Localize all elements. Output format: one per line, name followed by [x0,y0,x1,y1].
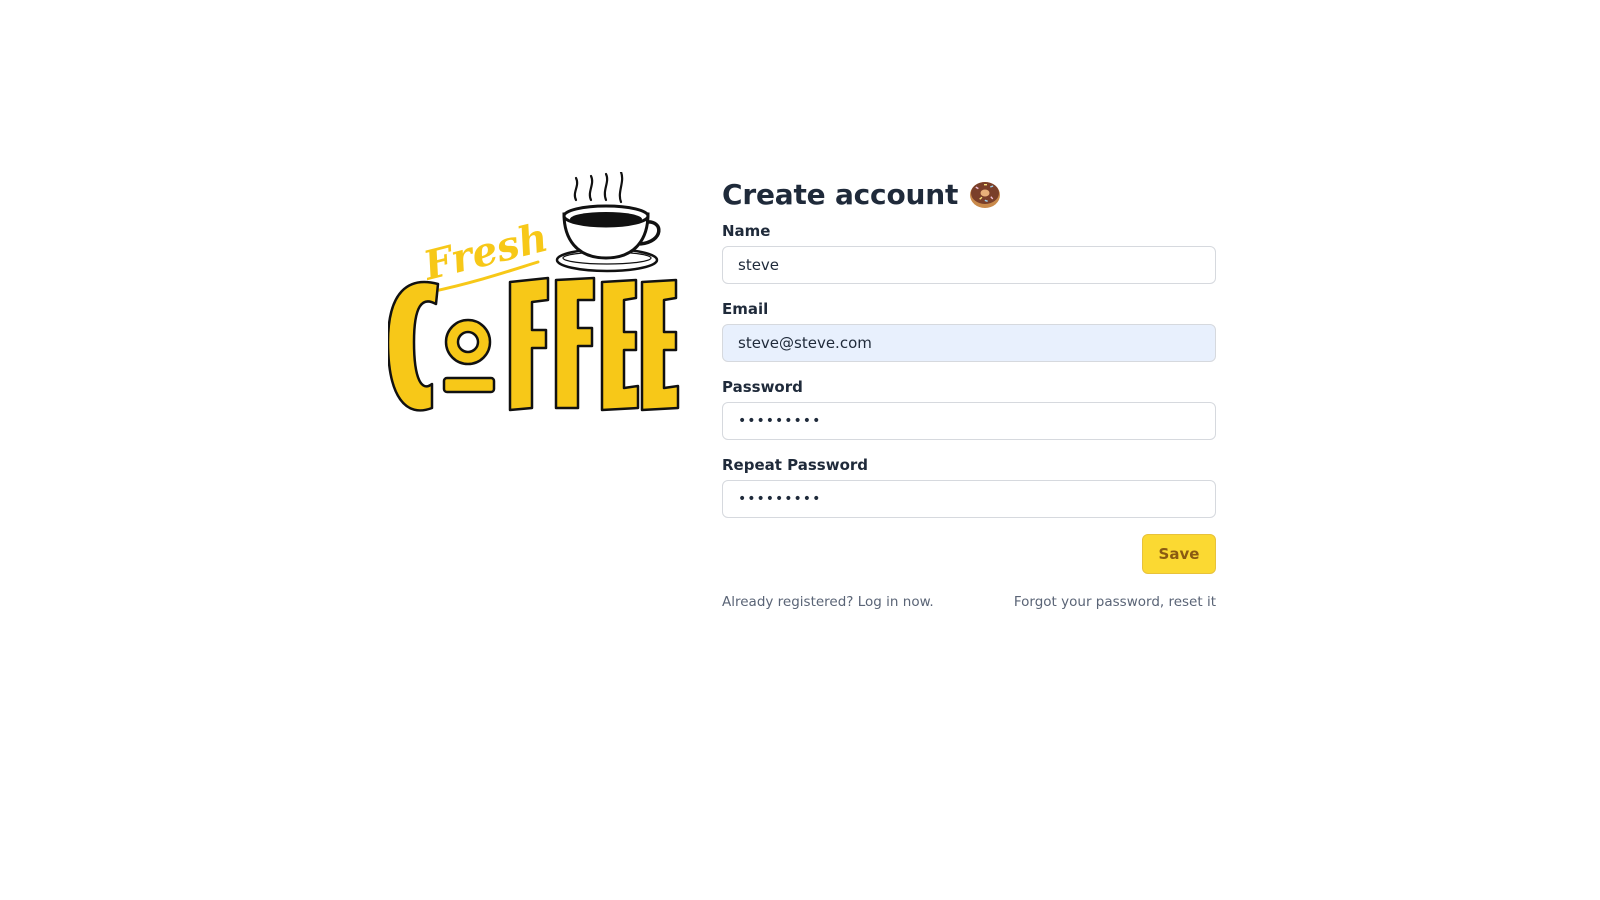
save-button[interactable]: Save [1142,534,1216,574]
password-field[interactable] [722,402,1216,440]
page-title: Create account [722,177,959,211]
page: Fresh Create account Name steve Email st… [0,0,1600,900]
reset-password-link[interactable]: Forgot your password, reset it [1014,594,1216,610]
donut-icon [970,182,1001,208]
email-label: Email [722,300,769,318]
repeat-password-label: Repeat Password [722,456,869,474]
name-label: Name [722,222,771,240]
fresh-coffee-logo: Fresh [388,172,680,412]
login-link[interactable]: Already registered? Log in now. [722,594,934,610]
title-row: Create account [722,172,1216,216]
email-field[interactable] [722,324,1216,362]
coffee-cup-icon [555,204,661,273]
password-label: Password [722,378,803,396]
coffee-wordmark [388,276,680,412]
register-form: Create account Name Email Password Repea… [722,172,1216,610]
name-field[interactable] [722,246,1216,284]
repeat-password-field[interactable] [722,480,1216,518]
steam-icon [573,172,624,204]
auth-links: Already registered? Log in now. Forgot y… [722,594,1216,610]
form-actions: Save [722,534,1216,574]
